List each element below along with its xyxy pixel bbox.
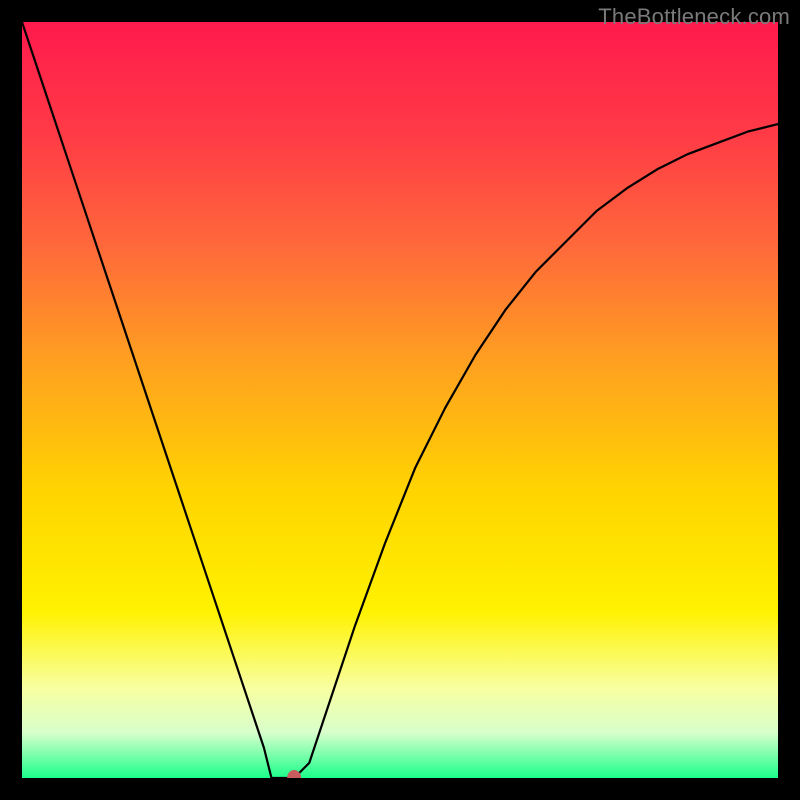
gradient-background: [22, 22, 778, 778]
chart-frame: TheBottleneck.com: [0, 0, 800, 800]
plot-area: [22, 22, 778, 778]
chart-svg: [22, 22, 778, 778]
watermark-label: TheBottleneck.com: [598, 4, 790, 30]
